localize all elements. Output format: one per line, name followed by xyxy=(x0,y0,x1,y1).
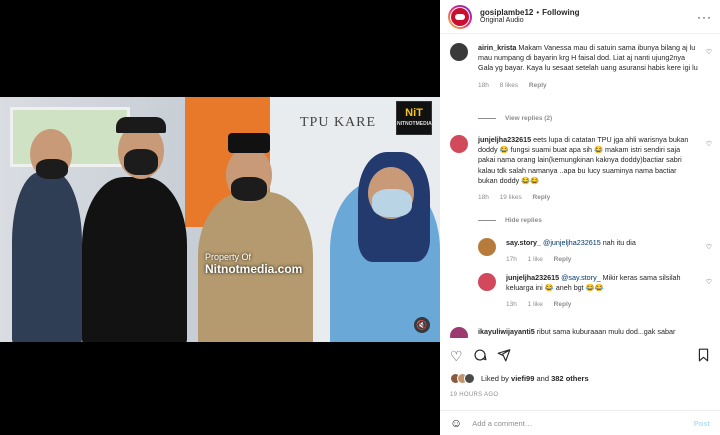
avatar[interactable] xyxy=(478,273,496,291)
post-header: gosiplambe12 • Following Original Audio ··… xyxy=(440,0,720,34)
speaker-muted-icon[interactable]: 🔇 xyxy=(414,317,430,333)
comment-text: nah itu dia xyxy=(602,238,636,247)
comment-username[interactable]: say.story_ xyxy=(506,238,541,247)
comment-time[interactable]: 13h xyxy=(506,301,517,308)
comment-time[interactable]: 18h xyxy=(478,194,489,201)
avatar[interactable] xyxy=(450,327,468,338)
badge-text: NiT xyxy=(405,107,423,119)
liker-username[interactable]: viefi99 xyxy=(511,374,534,383)
post-author-username[interactable]: gosiplambe12 xyxy=(480,8,533,17)
avatar[interactable] xyxy=(450,43,468,61)
comment-username[interactable]: ikayuliwijayanti5 xyxy=(478,327,535,336)
view-replies-label: View replies (2) xyxy=(505,115,553,122)
post-media-pane: TPU KARE NiT NITNOTMEDIA Property Of Nit… xyxy=(0,0,440,435)
comment-time[interactable]: 17h xyxy=(506,256,517,263)
post-actions-bar: ♡ xyxy=(450,346,710,366)
add-comment-bar: ☺ Post xyxy=(440,410,720,435)
replies-line-divider xyxy=(478,118,496,119)
bookmark-icon[interactable] xyxy=(697,348,710,364)
share-icon[interactable] xyxy=(497,348,511,364)
comment-likes[interactable]: 8 likes xyxy=(500,82,518,89)
separator-dot: • xyxy=(536,7,540,17)
video-watermark: Property Of Nitnotmedia.com xyxy=(205,252,302,276)
person-figure xyxy=(12,172,82,342)
comment-username[interactable]: junjeljha232615 xyxy=(506,273,559,282)
comment-likes[interactable]: 1 like xyxy=(528,301,543,308)
person-figure xyxy=(82,177,187,342)
video-player[interactable]: TPU KARE NiT NITNOTMEDIA Property Of Nit… xyxy=(0,97,440,342)
comment-username[interactable]: junjeljha232615 xyxy=(478,135,531,144)
comment-mention[interactable]: @say.story_ xyxy=(561,273,601,282)
watermark-line1: Property Of xyxy=(205,252,252,262)
reply-button[interactable]: Reply xyxy=(554,256,572,263)
comment-mention[interactable]: @junjeljha232615 xyxy=(543,238,601,247)
comment-likes[interactable]: 1 like xyxy=(528,256,543,263)
likes-and: and xyxy=(536,374,549,383)
profile-lips-icon xyxy=(451,7,469,26)
heart-icon[interactable]: ♡ xyxy=(706,278,712,286)
heart-icon[interactable]: ♡ xyxy=(706,243,712,251)
more-horizontal-icon[interactable]: ··· xyxy=(697,10,712,24)
face-mask xyxy=(124,149,158,175)
channel-logo-badge: NiT NITNOTMEDIA xyxy=(396,101,432,135)
post-comment-button[interactable]: Post xyxy=(694,419,710,428)
following-button[interactable]: Following xyxy=(542,8,579,17)
hide-replies-button[interactable]: Hide replies xyxy=(478,217,542,224)
heart-icon[interactable]: ♡ xyxy=(450,349,463,363)
person-peci-hat xyxy=(228,133,270,153)
comment-icon[interactable] xyxy=(473,348,487,364)
comment-text: ribut sama kuburaaan mulu dod...gak saba… xyxy=(536,327,676,336)
comment-input[interactable] xyxy=(472,418,694,428)
likes-count-link[interactable]: 382 others xyxy=(551,374,589,383)
face-mask xyxy=(36,159,68,179)
watermark-line2: Nitnotmedia.com xyxy=(205,262,303,276)
audio-label[interactable]: Original Audio xyxy=(480,17,580,25)
badge-subtext: NITNOTMEDIA xyxy=(397,121,432,127)
face-mask xyxy=(231,177,267,201)
likes-prefix: Liked by xyxy=(481,374,509,383)
face-mask xyxy=(372,189,412,217)
hide-replies-label: Hide replies xyxy=(505,217,542,224)
video-sign-text: TPU KARE xyxy=(300,115,377,130)
person-cap xyxy=(116,117,166,133)
avatar[interactable] xyxy=(464,373,475,384)
comment-time[interactable]: 18h xyxy=(478,82,489,89)
view-replies-button[interactable]: View replies (2) xyxy=(478,115,552,122)
comment-username[interactable]: airin_krista xyxy=(478,43,516,52)
avatar[interactable] xyxy=(448,4,472,29)
liker-avatars xyxy=(450,373,475,384)
avatar[interactable] xyxy=(478,238,496,256)
post-time-ago[interactable]: 19 HOURS AGO xyxy=(450,392,498,398)
post-details-panel: gosiplambe12 • Following Original Audio ··… xyxy=(440,0,720,435)
replies-line-divider xyxy=(478,220,496,221)
comment-likes[interactable]: 19 likes xyxy=(500,194,522,201)
emoji-icon[interactable]: ☺ xyxy=(450,416,462,430)
reply-button[interactable]: Reply xyxy=(554,301,572,308)
heart-icon[interactable]: ♡ xyxy=(706,48,712,56)
comments-list[interactable]: airin_krista Makam Vanessa mau di satuin… xyxy=(440,35,720,338)
heart-icon[interactable]: ♡ xyxy=(706,140,712,148)
reply-button[interactable]: Reply xyxy=(529,82,547,89)
reply-button[interactable]: Reply xyxy=(533,194,551,201)
likes-summary: Liked by viefi99 and 382 others xyxy=(450,373,589,384)
avatar[interactable] xyxy=(450,135,468,153)
